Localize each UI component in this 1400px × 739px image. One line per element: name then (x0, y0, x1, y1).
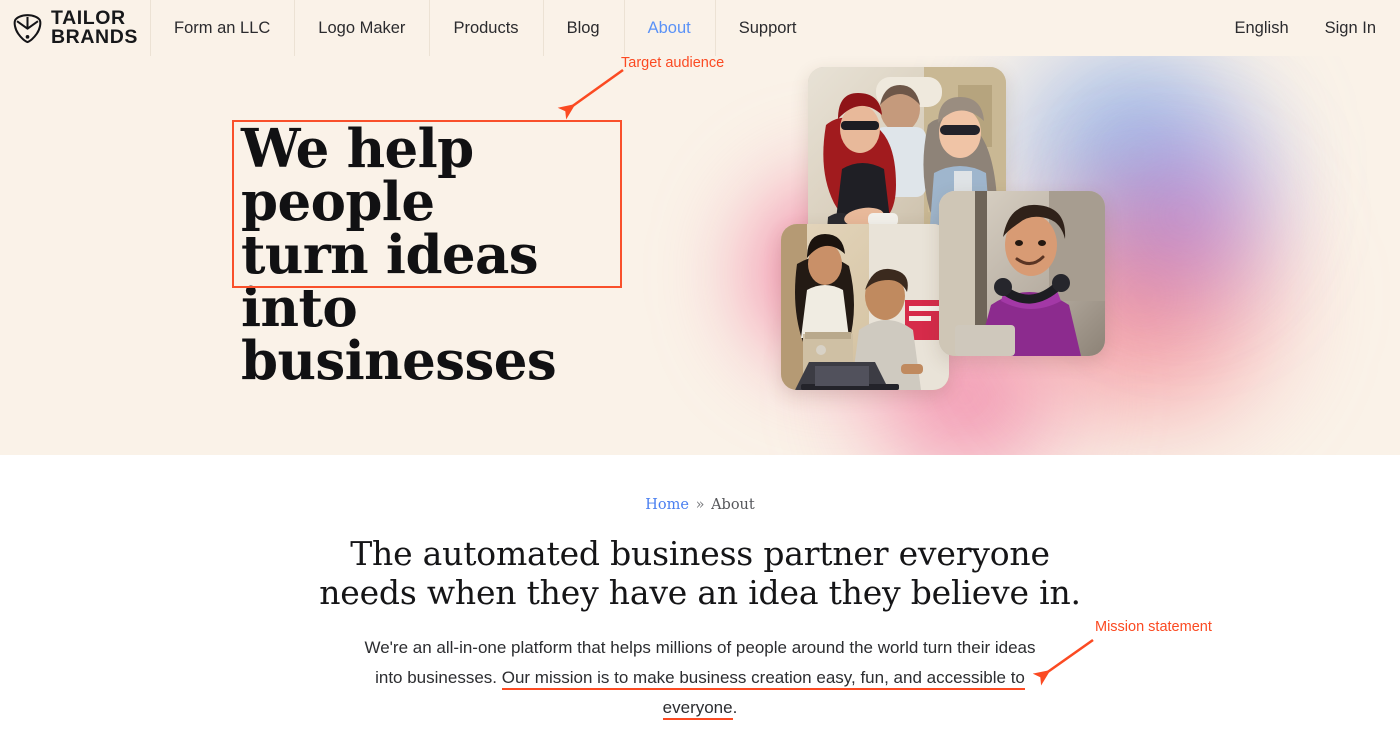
logo-line-2: BRANDS (51, 26, 139, 48)
page-title: The automated business partner everyone … (0, 534, 1400, 612)
breadcrumb-current: About (711, 497, 755, 513)
gradient-blob-purple (1075, 100, 1295, 330)
tailor-brands-shield-icon (13, 13, 42, 43)
nav-item-support[interactable]: Support (714, 0, 821, 56)
hero-headline-line-1: We help people (241, 118, 474, 233)
nav-item-products[interactable]: Products (429, 0, 542, 56)
page-title-line-2: needs when they have an idea they believ… (319, 573, 1081, 612)
sign-in-link[interactable]: Sign In (1325, 19, 1376, 38)
language-selector-english[interactable]: English (1235, 19, 1289, 38)
photo-man-purple-shirt-headphones (939, 191, 1105, 356)
mission-statement-highlight: Our mission is to make business creation… (501, 668, 1025, 720)
hero-image-collage (727, 32, 1325, 455)
breadcrumb-home-link[interactable]: Home (645, 497, 689, 513)
nav-item-logo-maker[interactable]: Logo Maker (294, 0, 429, 56)
intro-text-after: . (732, 698, 738, 717)
page-root: We help people turn ideas into businesse… (0, 0, 1400, 739)
hero-headline: We help people turn ideas into businesse… (241, 123, 621, 388)
annotation-label-target-audience: Target audience (621, 55, 725, 71)
logo-tailor-brands[interactable]: TAILOR BRANDS (0, 0, 150, 56)
header-right-actions: English Sign In (1235, 0, 1400, 56)
hero-headline-line-3: businesses (241, 330, 557, 392)
site-header: TAILOR BRANDS Form an LLC Logo Maker Pro… (0, 0, 1400, 56)
annotation-label-mission-statement: Mission statement (1095, 619, 1212, 635)
photo-two-people-at-laptop (781, 224, 949, 390)
logo-wordmark: TAILOR BRANDS (51, 8, 139, 48)
breadcrumb: Home » About (0, 497, 1400, 513)
about-intro-paragraph: We're an all-in-one platform that helps … (350, 633, 1050, 723)
nav-item-form-an-llc[interactable]: Form an LLC (150, 0, 294, 56)
nav-item-about[interactable]: About (623, 0, 715, 56)
about-content-section: Home » About The automated business part… (0, 455, 1400, 739)
main-navigation: Form an LLC Logo Maker Products Blog Abo… (150, 0, 821, 56)
nav-item-blog[interactable]: Blog (542, 0, 624, 56)
hero-headline-line-2: turn ideas into (241, 224, 539, 339)
page-title-line-1: The automated business partner everyone (350, 534, 1050, 573)
breadcrumb-separator: » (695, 497, 705, 513)
